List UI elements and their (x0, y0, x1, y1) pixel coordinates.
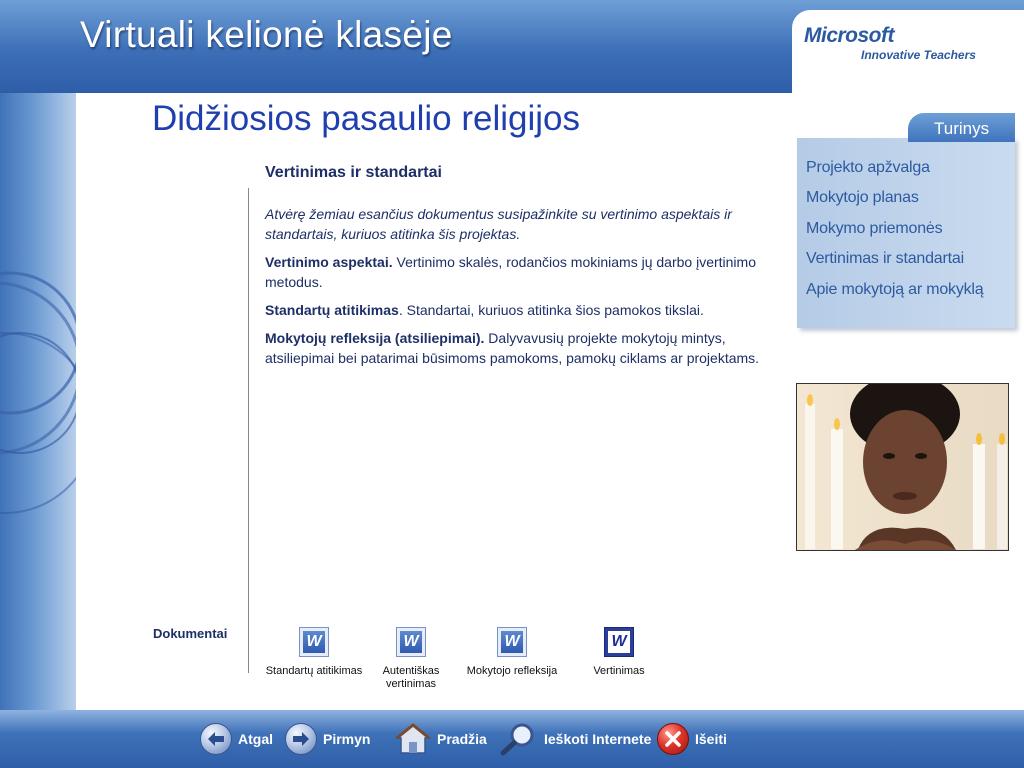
doc-standards-compliance[interactable]: W Standartų atitikimas (258, 627, 370, 678)
doc-label-assessment: Vertinimas (593, 665, 645, 677)
nav-item-teaching-materials[interactable]: Mokymo priemonės (806, 220, 943, 238)
close-icon[interactable] (657, 723, 689, 755)
nav-item-teacher-plan[interactable]: Mokytojo planas (806, 189, 919, 207)
brand-tagline: Innovative Teachers (861, 48, 976, 62)
paragraph-reflection-bold: Mokytojų refleksija (atsiliepimai). (265, 330, 485, 346)
arrow-left-icon[interactable] (200, 723, 232, 755)
paragraph-standards: Standartų atitikimas. Standartai, kuriuo… (265, 300, 770, 320)
app-title: Virtuali kelionė klasėje (80, 14, 453, 55)
paragraph-assessment-bold: Vertinimo aspektai. (265, 254, 393, 270)
exit-button[interactable]: Išeiti (657, 721, 727, 757)
word-doc-icon[interactable]: W (604, 627, 634, 657)
left-decorative-band (0, 93, 76, 710)
paragraph-assessment: Vertinimo aspektai. Vertinimo skalės, ro… (265, 252, 770, 292)
search-internet-label: Ieškoti Internete (544, 731, 652, 747)
home-button[interactable]: Pradžia (395, 721, 487, 757)
woman-candles-photo (796, 383, 1009, 551)
arrow-right-icon[interactable] (285, 723, 317, 755)
nav-item-about-teacher[interactable]: Apie mokytoją ar mokyklą (806, 281, 984, 299)
paragraph-standards-bold: Standartų atitikimas (265, 302, 399, 318)
doc-assessment[interactable]: W Vertinimas (574, 627, 664, 678)
doc-teacher-reflection[interactable]: W Mokytojo refleksija (456, 627, 568, 678)
home-label: Pradžia (437, 731, 487, 747)
doc-authentic-assessment[interactable]: W Autentiškas vertinimas (372, 627, 450, 691)
doc-label-reflection: Mokytojo refleksija (466, 665, 558, 677)
decorative-circles (0, 271, 76, 514)
section-heading: Vertinimas ir standartai (265, 164, 442, 181)
magnifier-icon[interactable] (500, 722, 538, 756)
home-icon[interactable] (395, 722, 431, 756)
nav-item-assessment-standards[interactable]: Vertinimas ir standartai (806, 250, 964, 268)
exit-label: Išeiti (695, 731, 727, 747)
paragraph-reflection: Mokytojų refleksija (atsiliepimai). Daly… (265, 328, 770, 368)
forward-button[interactable]: Pirmyn (285, 721, 370, 757)
vertical-divider (248, 188, 249, 673)
word-doc-icon[interactable]: W (396, 627, 426, 657)
microsoft-logo: Microsoft Innovative Teachers (792, 10, 1024, 93)
nav-item-project-overview[interactable]: Projekto apžvalga (806, 159, 930, 177)
intro-text: Atvėrę žemiau esančius dokumentus susipa… (265, 206, 732, 242)
forward-label: Pirmyn (323, 731, 371, 747)
search-internet-button[interactable]: Ieškoti Internete (500, 721, 651, 757)
back-label: Atgal (238, 731, 273, 747)
documents-label: Dokumentai (153, 626, 228, 641)
back-button[interactable]: Atgal (200, 721, 273, 757)
word-doc-icon[interactable]: W (497, 627, 527, 657)
content-body: Atvėrę žemiau esančius dokumentus susipa… (265, 204, 770, 376)
page-title: Didžiosios pasaulio religijos (152, 99, 580, 138)
header-banner: Virtuali kelionė klasėje Microsoft Innov… (0, 0, 1024, 93)
doc-label-authentic: Autentiškas vertinimas (382, 665, 440, 690)
word-doc-icon[interactable]: W (299, 627, 329, 657)
contents-tab: Turinys (908, 113, 1015, 142)
paragraph-standards-text: . Standartai, kuriuos atitinka šios pamo… (398, 302, 704, 318)
doc-label-standards: Standartų atitikimas (265, 665, 363, 677)
brand-microsoft: Microsoft (804, 24, 895, 47)
